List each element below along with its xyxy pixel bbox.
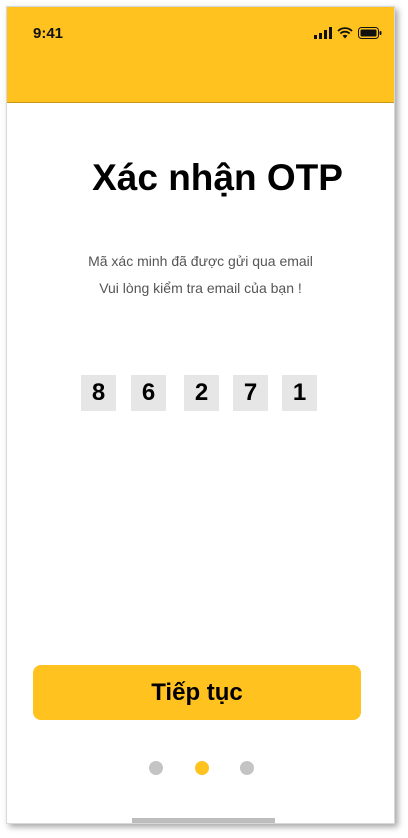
page-title: Xác nhận OTP [92,157,343,198]
battery-icon [358,27,382,39]
otp-message-line2: Vui lòng kiểm tra email của bạn ! [99,280,302,296]
otp-message-line1: Mã xác minh đã được gửi qua email [88,253,313,269]
home-indicator[interactable] [132,818,275,823]
pagination-dots [149,761,259,775]
continue-button[interactable]: Tiếp tục [33,665,361,720]
otp-digit-1[interactable]: 8 [81,375,116,411]
wifi-icon [337,27,353,39]
page-dot-1[interactable] [149,761,163,775]
otp-digit-3[interactable]: 2 [184,375,219,411]
otp-digit-2[interactable]: 6 [131,375,166,411]
otp-digit-4[interactable]: 7 [233,375,268,411]
page-dot-2-active[interactable] [195,761,209,775]
app-header: 9:41 [7,7,394,103]
phone-screen: 9:41 Xác nhận OTP Mã xác minh đã được gử… [6,6,395,824]
page-dot-3[interactable] [240,761,254,775]
signal-icon [314,27,332,39]
status-icons [314,25,382,41]
otp-input-group: 8 6 2 7 1 [81,375,321,411]
otp-digit-5[interactable]: 1 [282,375,317,411]
status-time: 9:41 [33,25,64,42]
